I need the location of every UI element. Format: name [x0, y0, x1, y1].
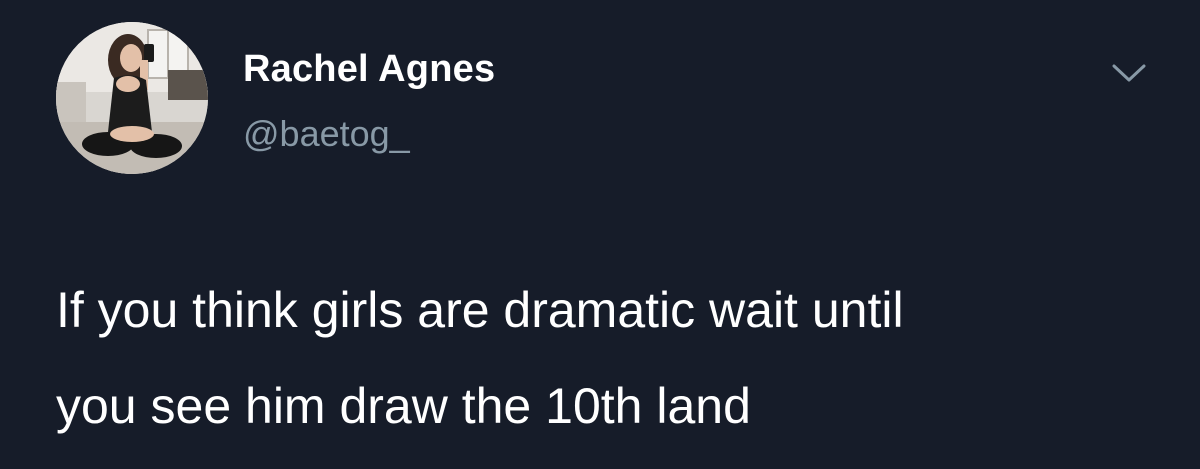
tweet-text-line: If you think girls are dramatic wait unt…	[56, 282, 904, 338]
tweet-text-line: you see him draw the 10th land	[56, 378, 751, 434]
avatar-photo	[56, 22, 208, 174]
chevron-down-icon[interactable]	[1109, 58, 1149, 88]
tweet-text: If you think girls are dramatic wait unt…	[56, 262, 1156, 454]
avatar[interactable]	[56, 22, 208, 174]
tweet-card: Rachel Agnes @baetog_ If you think girls…	[0, 0, 1200, 469]
user-handle[interactable]: @baetog_	[243, 113, 410, 155]
display-name[interactable]: Rachel Agnes	[243, 48, 495, 91]
